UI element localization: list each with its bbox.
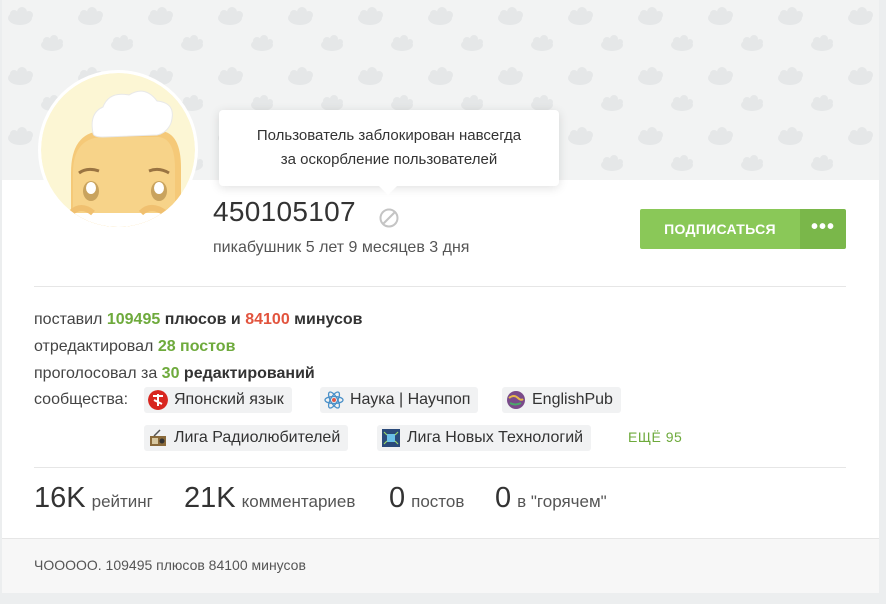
ban-tooltip-line2: за оскорбление пользователей [280, 151, 498, 168]
rating-metric: 16K рейтинг [34, 482, 153, 514]
pluses-count: 109495 [106, 311, 161, 328]
voted-edits-stat: проголосовал за 30 редактирований [34, 365, 315, 382]
username: 450105107 [213, 196, 356, 227]
profile-card: Пользователь заблокирован навсегда за ос… [2, 0, 879, 593]
atom-icon [324, 391, 344, 409]
community-new-tech[interactable]: Лига Новых Технологий [377, 425, 592, 451]
community-englishpub[interactable]: EnglishPub [502, 387, 621, 413]
profile-note: ЧООООО. 109495 плюсов 84100 минусов [34, 557, 306, 573]
subscribe-button[interactable]: ПОДПИСАТЬСЯ [640, 209, 800, 249]
community-radio[interactable]: Лига Радиолюбителей [144, 425, 349, 451]
avatar[interactable] [38, 70, 198, 230]
chef-toast-avatar-icon [41, 73, 195, 227]
chip-icon [382, 429, 400, 447]
votes-stat: поставил 109495 плюсов и 84100 минусов [34, 311, 363, 328]
radio-icon [150, 429, 166, 446]
divider [34, 286, 846, 287]
voted-count: 30 [161, 365, 180, 382]
globe-icon [507, 391, 525, 409]
profile-note-section: ЧООООО. 109495 плюсов 84100 минусов [2, 538, 879, 593]
comments-metric[interactable]: 21K комментариев [184, 482, 355, 515]
tooltip-arrow [379, 186, 397, 195]
japanese-icon [148, 390, 168, 410]
ban-icon[interactable] [378, 207, 400, 229]
more-actions-button[interactable]: ••• [800, 209, 846, 249]
ban-tooltip-line1: Пользователь заблокирован навсегда [256, 127, 522, 144]
more-communities-link[interactable]: ЕЩЁ 95 [628, 429, 682, 445]
community-science[interactable]: Наука | Научпоп [320, 387, 479, 413]
hot-metric[interactable]: 0в "горячем" [495, 482, 607, 515]
community-japanese[interactable]: Японский язык [144, 387, 292, 413]
ban-tooltip: Пользователь заблокирован навсегда за ос… [219, 110, 559, 195]
divider [34, 467, 846, 468]
minuses-count: 84100 [245, 311, 290, 328]
posts-metric[interactable]: 0 постов [389, 482, 464, 515]
account-age: пикабушник 5 лет 9 месяцев 3 дня [213, 239, 470, 256]
edited-posts-link[interactable]: 28 постов [158, 338, 236, 355]
edits-stat: отредактировал 28 постов [34, 338, 236, 355]
communities-label: сообщества: [34, 391, 129, 408]
